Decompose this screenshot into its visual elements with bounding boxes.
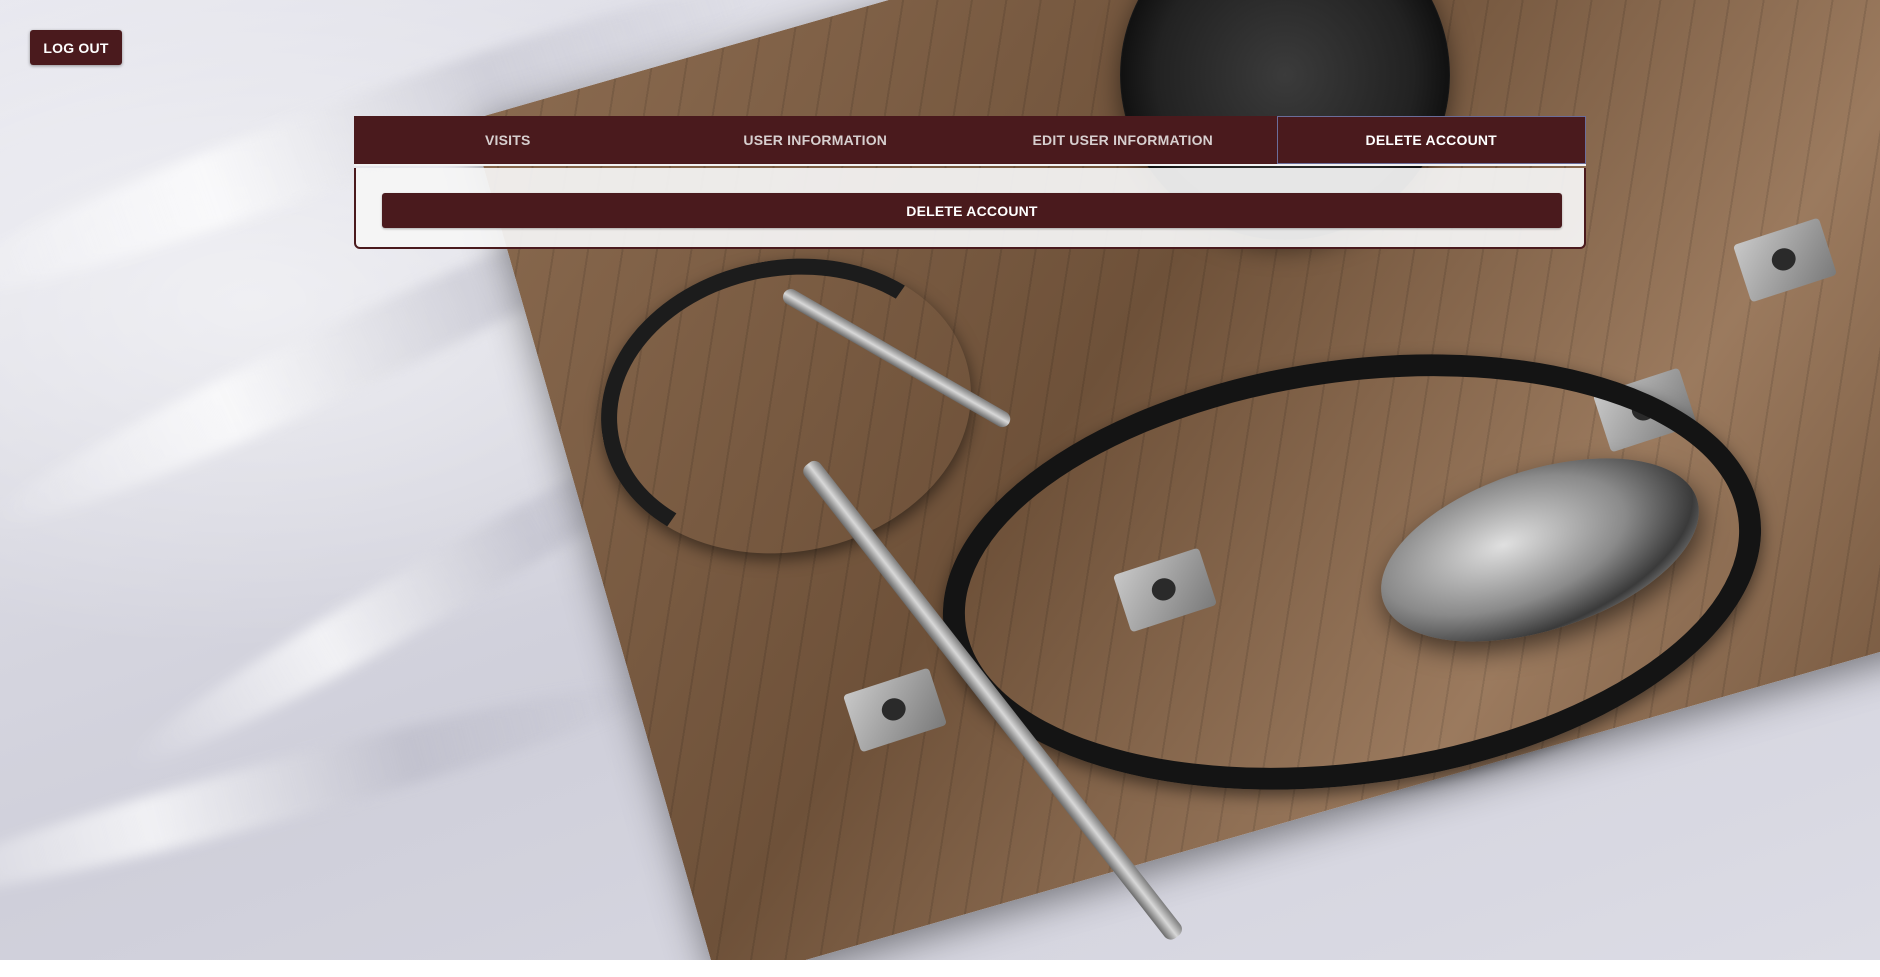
tab-edit-user-information[interactable]: EDIT USER INFORMATION (969, 116, 1277, 164)
tab-bar: VISITS USER INFORMATION EDIT USER INFORM… (354, 116, 1586, 166)
tab-visits[interactable]: VISITS (354, 116, 662, 164)
tab-user-information[interactable]: USER INFORMATION (662, 116, 970, 164)
delete-account-button[interactable]: DELETE ACCOUNT (382, 193, 1562, 228)
tab-content: DELETE ACCOUNT (354, 168, 1586, 249)
tab-delete-account[interactable]: DELETE ACCOUNT (1276, 116, 1586, 164)
account-panel: VISITS USER INFORMATION EDIT USER INFORM… (354, 116, 1586, 249)
logout-button[interactable]: LOG OUT (30, 30, 122, 65)
